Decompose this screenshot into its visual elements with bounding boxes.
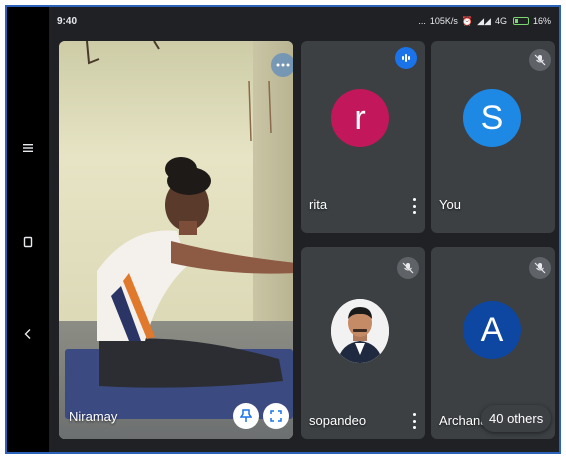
phone-screen: 9:40 ... 105K/s ⏰ ◢◢ 4G 16% Niramay r ri… (5, 5, 561, 454)
avatar-rita: r (331, 89, 389, 147)
alarm-icon: ⏰ (461, 15, 474, 26)
avatar-archana: A (463, 301, 521, 359)
mic-off-icon (529, 49, 551, 71)
participant-tile-main[interactable]: Niramay (59, 41, 293, 439)
participant-tile-sopandeo[interactable]: sopandeo (301, 247, 425, 439)
avatar-initial: r (354, 98, 366, 137)
android-navigation-bar (7, 7, 49, 452)
battery-icon (512, 17, 529, 25)
network-speed: 105K/s (429, 16, 458, 26)
participant-name: You (439, 197, 461, 212)
participant-name: sopandeo (309, 413, 367, 428)
more-vert-icon[interactable] (409, 411, 419, 431)
mic-off-icon (397, 257, 419, 279)
participant-video-person (86, 41, 293, 388)
participant-name: Niramay (69, 409, 118, 424)
participant-tile-rita[interactable]: r rita (301, 41, 425, 233)
battery-level: 16% (532, 16, 551, 26)
mic-off-icon (529, 257, 551, 279)
avatar-photo-sopandeo (331, 299, 389, 363)
status-bar: 9:40 ... 105K/s ⏰ ◢◢ 4G 16% (49, 7, 559, 35)
network-type: 4G (494, 16, 507, 26)
others-count-badge[interactable]: 40 others (481, 405, 552, 432)
home-square-icon[interactable] (7, 227, 49, 257)
avatar-you: S (463, 89, 521, 147)
speaking-indicator-icon (395, 47, 417, 69)
status-time: 9:40 (57, 15, 78, 27)
more-options-icon[interactable] (271, 53, 293, 77)
participant-tile-archana[interactable]: A Archana 40 others (431, 247, 555, 439)
participant-tile-you[interactable]: S You (431, 41, 555, 233)
signal-icon: ◢◢ (477, 15, 491, 26)
participant-name: rita (309, 197, 328, 212)
back-icon[interactable] (7, 319, 49, 349)
avatar-initial: A (480, 310, 504, 349)
status-dots: ... (418, 16, 426, 26)
menu-icon[interactable] (7, 133, 49, 163)
avatar-initial: S (480, 98, 504, 137)
pin-icon[interactable] (233, 403, 259, 429)
fullscreen-icon[interactable] (263, 403, 289, 429)
more-vert-icon[interactable] (409, 196, 419, 216)
